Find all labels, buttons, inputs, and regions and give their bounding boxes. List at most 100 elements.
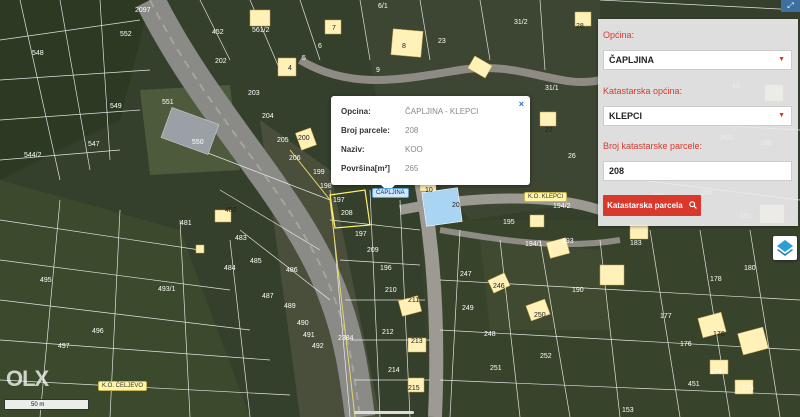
layers-icon bbox=[777, 240, 793, 256]
parcel-number-label: 481 bbox=[180, 220, 192, 227]
parcel-number-label: 197 bbox=[355, 231, 367, 238]
broj-parcele-value: 208 bbox=[609, 166, 625, 176]
parcel-number-label: 211 bbox=[408, 297, 419, 304]
parcel-number-label: 9 bbox=[376, 67, 380, 74]
parcel-number-label: 549 bbox=[110, 103, 122, 110]
parcel-number-label: 550 bbox=[192, 139, 204, 146]
parcel-number-label: 176 bbox=[713, 331, 725, 338]
parcel-number-label: 196 bbox=[380, 265, 392, 272]
broj-parcele-label: Broj katastarske parcele: bbox=[603, 141, 703, 151]
parcel-number-label: 183 bbox=[630, 240, 642, 247]
parcel-number-label: 548 bbox=[32, 50, 44, 57]
parcel-number-label: 200 bbox=[298, 135, 310, 142]
parcel-number-label: 484 bbox=[224, 265, 236, 272]
katastarska-select-value: KLEPCI bbox=[609, 111, 643, 121]
map-tag-capljina: ČAPLJINA bbox=[372, 188, 409, 198]
parcel-number-label: 26 bbox=[568, 153, 576, 160]
parcel-number-label: 248 bbox=[484, 331, 496, 338]
scale-bar: 50 m bbox=[4, 399, 89, 410]
popup-value: KOO bbox=[405, 145, 423, 154]
parcel-number-label: 206 bbox=[289, 155, 301, 162]
parcel-number-label: 193 bbox=[562, 238, 574, 245]
parcel-number-label: 544/2 bbox=[24, 152, 42, 159]
parcel-number-label: 247 bbox=[460, 271, 472, 278]
parcel-number-label: 153 bbox=[622, 407, 634, 414]
parcel-number-label: 483 bbox=[235, 235, 247, 242]
parcel-number-label: 4 bbox=[288, 65, 292, 72]
parcel-number-label: 31/2 bbox=[514, 19, 528, 26]
parcel-number-label: 210 bbox=[385, 287, 397, 294]
parcel-number-label: 561/2 bbox=[252, 27, 270, 34]
parcel-number-label: 215 bbox=[408, 385, 420, 392]
fullscreen-icon[interactable]: ⤢ bbox=[781, 0, 800, 12]
parcel-number-label: 551 bbox=[162, 99, 174, 106]
map-tag-ko-klepci: K.O. KLEPCI bbox=[524, 192, 568, 202]
parcel-number-label: 495 bbox=[40, 277, 52, 284]
chevron-down-icon: ▼ bbox=[778, 56, 785, 63]
parcel-number-label: 492 bbox=[312, 343, 324, 350]
parcel-number-label: 250 bbox=[534, 312, 546, 319]
popup-value: ČAPLJINA - KLEPCI bbox=[405, 107, 479, 116]
parcel-number-label: 174 bbox=[710, 369, 722, 376]
parcel-number-label: 203 bbox=[248, 90, 260, 97]
parcel-number-label: 180 bbox=[744, 265, 756, 272]
parcel-number-label: 2384 bbox=[338, 335, 354, 342]
parcel-number-label: 452 bbox=[212, 29, 224, 36]
parcel-number-label: 10 bbox=[425, 187, 433, 194]
parcel-number-label: 496 bbox=[92, 328, 104, 335]
parcel-number-label: 198 bbox=[320, 183, 332, 190]
parcel-info-popup: × Opcina: ČAPLJINA - KLEPCI Broj parcele… bbox=[331, 96, 530, 185]
parcel-number-label: 451 bbox=[688, 381, 700, 388]
popup-value: 208 bbox=[405, 126, 419, 135]
parcel-number-label: 177 bbox=[660, 313, 672, 320]
katastarska-opcina-select[interactable]: KLEPCI ▼ bbox=[603, 106, 792, 126]
chevron-down-icon: ▼ bbox=[778, 112, 785, 119]
parcel-number-label: 485 bbox=[250, 258, 262, 265]
parcel-number-label: 490 bbox=[297, 320, 309, 327]
layers-button[interactable] bbox=[773, 236, 797, 260]
parcel-number-label: 6/1 bbox=[378, 3, 388, 10]
parcel-number-label: 8 bbox=[402, 43, 406, 50]
parcel-number-label: 175 bbox=[742, 385, 754, 392]
olx-watermark: OLX bbox=[6, 366, 49, 391]
popup-key: Naziv: bbox=[341, 145, 365, 154]
parcel-number-label: 251 bbox=[490, 365, 502, 372]
parcel-number-label: 195 bbox=[503, 219, 515, 226]
parcel-number-label: 249 bbox=[462, 305, 474, 312]
parcel-number-label: 28 bbox=[576, 23, 584, 30]
katastarska-parcela-search-button[interactable]: Katastarska parcela bbox=[603, 195, 701, 216]
parcel-number-label: 547 bbox=[88, 141, 100, 148]
opcina-select[interactable]: ČAPLJINA ▼ bbox=[603, 50, 792, 70]
parcel-number-label: 202 bbox=[215, 58, 227, 65]
popup-key: Broj parcele: bbox=[341, 126, 390, 135]
broj-parcele-input[interactable]: 208 bbox=[603, 161, 792, 181]
parcel-number-label: 209 bbox=[367, 247, 379, 254]
parcel-number-label: 552 bbox=[120, 31, 132, 38]
katastarska-opcina-label: Katastarska općina: bbox=[603, 86, 683, 96]
parcel-number-label: 194/1 bbox=[525, 241, 543, 248]
bottom-handle bbox=[354, 411, 414, 414]
parcel-number-label: 213 bbox=[411, 338, 423, 345]
parcel-number-label: 31/1 bbox=[545, 85, 559, 92]
parcel-number-label: 6 bbox=[318, 43, 322, 50]
parcel-number-label: 20 bbox=[452, 202, 460, 209]
popup-value: 265 bbox=[405, 164, 419, 173]
parcel-number-label: 497 bbox=[58, 343, 70, 350]
parcel-number-label: 7 bbox=[332, 25, 336, 32]
parcel-number-label: 23 bbox=[438, 38, 446, 45]
parcel-number-label: 197 bbox=[333, 197, 345, 204]
parcel-number-label: 252 bbox=[540, 353, 552, 360]
parcel-number-label: 178 bbox=[710, 276, 722, 283]
opcina-select-value: ČAPLJINA bbox=[609, 55, 655, 65]
map-tag-ko-celjevo: K.O. ČELJEVO bbox=[98, 381, 148, 391]
cadastral-search-panel: Općina: ČAPLJINA ▼ Katastarska općina: K… bbox=[598, 19, 798, 226]
parcel-number-label: 190 bbox=[572, 287, 584, 294]
parcel-number-label: 487 bbox=[262, 293, 274, 300]
parcel-number-label: 176 bbox=[680, 341, 692, 348]
parcel-number-label: 208 bbox=[341, 210, 353, 217]
parcel-number-label: 204 bbox=[262, 113, 274, 120]
search-button-label: Katastarska parcela bbox=[607, 201, 683, 210]
parcel-number-label: 482 bbox=[225, 207, 237, 214]
popup-key: Površina[m²] bbox=[341, 164, 390, 173]
opcina-label: Općina: bbox=[603, 30, 635, 40]
